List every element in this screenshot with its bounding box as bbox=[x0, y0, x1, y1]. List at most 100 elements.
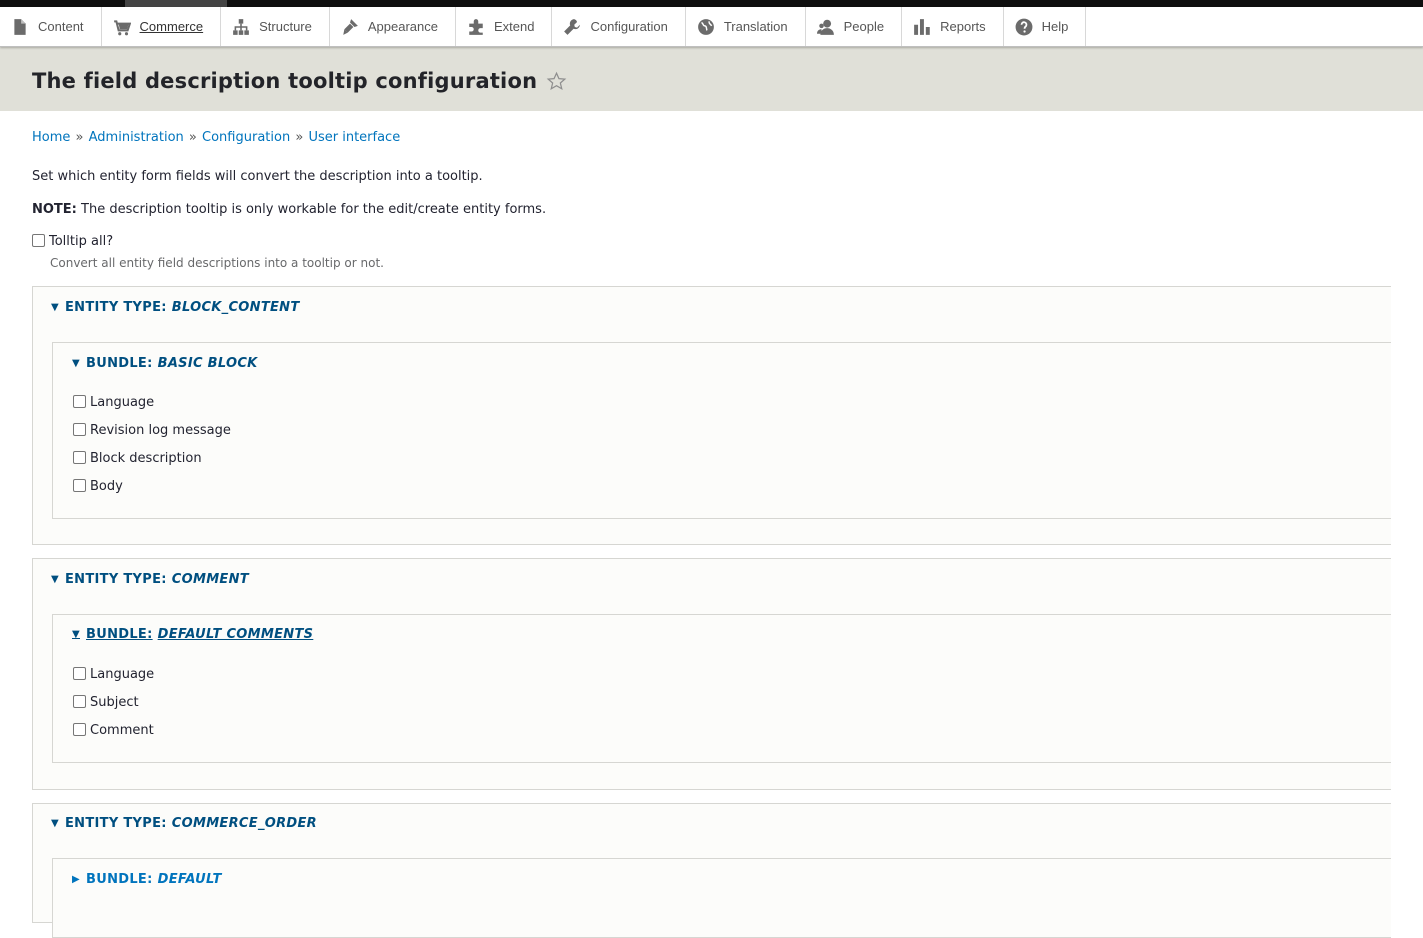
bundle-summary-basic-block[interactable]: ▼ BUNDLE: BASIC BLOCK bbox=[72, 356, 258, 371]
bundle-summary-default[interactable]: ▶ BUNDLE: DEFAULT bbox=[72, 872, 222, 887]
entity-name: COMMENT bbox=[171, 572, 249, 587]
star-icon[interactable] bbox=[546, 71, 567, 92]
tooltip-all-checkbox[interactable] bbox=[32, 233, 45, 247]
toolbar-item-reports[interactable]: Reports bbox=[902, 7, 1004, 46]
entity-summary-block-content[interactable]: ▼ ENTITY TYPE: BLOCK_CONTENT bbox=[51, 300, 300, 315]
globe-icon bbox=[697, 18, 715, 36]
field-option-revision-log-message: Revision log message bbox=[73, 421, 231, 439]
field-option-comment: Comment bbox=[73, 721, 154, 739]
entity-summary-comment[interactable]: ▼ ENTITY TYPE: COMMENT bbox=[51, 572, 249, 587]
triangle-down-icon: ▼ bbox=[72, 358, 80, 369]
admin-toolbar: Content Commerce Structure Appearance Ex… bbox=[0, 7, 1423, 47]
bundle-prefix: BUNDLE: bbox=[86, 356, 153, 371]
note-label: NOTE: bbox=[32, 202, 77, 217]
paintbrush-icon bbox=[341, 18, 359, 36]
triangle-down-icon: ▼ bbox=[51, 818, 59, 829]
field-checkbox[interactable] bbox=[73, 394, 86, 408]
breadcrumb-link-administration[interactable]: Administration bbox=[89, 130, 184, 145]
field-label[interactable]: Block description bbox=[90, 451, 202, 466]
field-label[interactable]: Body bbox=[90, 479, 123, 494]
tooltip-all-description: Convert all entity field descriptions in… bbox=[50, 256, 384, 270]
bundle-name: DEFAULT COMMENTS bbox=[157, 627, 314, 642]
entity-name: COMMERCE_ORDER bbox=[171, 816, 317, 831]
bundle-summary-default-comments[interactable]: ▼ BUNDLE: DEFAULT COMMENTS bbox=[72, 627, 313, 642]
entity-prefix: ENTITY TYPE: bbox=[65, 816, 167, 831]
triangle-down-icon: ▼ bbox=[51, 574, 59, 585]
puzzle-icon bbox=[467, 18, 485, 36]
bundle-prefix: BUNDLE: bbox=[86, 627, 153, 642]
cart-icon bbox=[113, 18, 131, 36]
field-list: Language Subject Comment bbox=[73, 665, 154, 749]
triangle-down-icon: ▼ bbox=[51, 302, 59, 313]
toolbar-item-label: Commerce bbox=[139, 19, 204, 34]
toolbar-item-label: Structure bbox=[259, 19, 312, 34]
toolbar-item-label: Help bbox=[1041, 19, 1069, 34]
field-list: Language Revision log message Block desc… bbox=[73, 393, 231, 505]
field-checkbox[interactable] bbox=[73, 666, 86, 680]
file-icon bbox=[11, 18, 29, 36]
field-checkbox[interactable] bbox=[73, 694, 86, 708]
breadcrumb-separator: » bbox=[188, 130, 197, 145]
toolbar-item-translation[interactable]: Translation bbox=[686, 7, 806, 46]
note-text: NOTE: The description tooltip is only wo… bbox=[32, 202, 1391, 217]
wrench-icon bbox=[563, 18, 581, 36]
field-label[interactable]: Subject bbox=[90, 695, 139, 710]
sitemap-icon bbox=[232, 18, 250, 36]
bundle-name: BASIC BLOCK bbox=[157, 356, 258, 371]
bundle-fieldset-default: ▶ BUNDLE: DEFAULT bbox=[52, 858, 1391, 938]
entity-fieldset-commerce-order: ▼ ENTITY TYPE: COMMERCE_ORDER ▶ BUNDLE: … bbox=[32, 803, 1391, 938]
toolbar-item-extend[interactable]: Extend bbox=[456, 7, 553, 46]
breadcrumb-link-configuration[interactable]: Configuration bbox=[202, 130, 290, 145]
toolbar-item-content[interactable]: Content bbox=[0, 7, 102, 46]
field-option-subject: Subject bbox=[73, 693, 154, 711]
page-title: The field description tooltip configurat… bbox=[32, 69, 538, 93]
triangle-down-icon: ▼ bbox=[72, 629, 80, 640]
toolbar-item-label: People bbox=[843, 19, 885, 34]
admin-top-bar bbox=[0, 0, 1423, 7]
entity-name: BLOCK_CONTENT bbox=[171, 300, 300, 315]
triangle-right-icon: ▶ bbox=[72, 874, 80, 885]
toolbar-item-label: Configuration bbox=[590, 19, 668, 34]
toolbar-item-people[interactable]: People bbox=[806, 7, 903, 46]
tooltip-all-option: Tolltip all? bbox=[32, 232, 1391, 250]
page-header: The field description tooltip configurat… bbox=[0, 47, 1423, 111]
field-label[interactable]: Revision log message bbox=[90, 423, 231, 438]
field-option-block-description: Block description bbox=[73, 449, 231, 467]
toolbar-item-help[interactable]: Help bbox=[1004, 7, 1087, 46]
field-label[interactable]: Language bbox=[90, 395, 154, 410]
field-option-language: Language bbox=[73, 393, 231, 411]
tooltip-all-label[interactable]: Tolltip all? bbox=[49, 234, 113, 249]
entity-prefix: ENTITY TYPE: bbox=[65, 572, 167, 587]
toolbar-item-label: Appearance bbox=[367, 19, 438, 34]
bundle-fieldset-basic-block: ▼ BUNDLE: BASIC BLOCK Language Revision … bbox=[52, 342, 1391, 519]
field-option-language: Language bbox=[73, 665, 154, 683]
field-label[interactable]: Comment bbox=[90, 723, 154, 738]
breadcrumb-separator: » bbox=[75, 130, 84, 145]
bundle-fieldset-default-comments: ▼ BUNDLE: DEFAULT COMMENTS Language Subj… bbox=[52, 614, 1391, 763]
field-checkbox[interactable] bbox=[73, 450, 86, 464]
note-body: The description tooltip is only workable… bbox=[76, 202, 547, 217]
toolbar-item-commerce[interactable]: Commerce bbox=[102, 7, 222, 46]
breadcrumb-separator: » bbox=[295, 130, 304, 145]
entity-fieldset-block-content: ▼ ENTITY TYPE: BLOCK_CONTENT ▼ BUNDLE: B… bbox=[32, 286, 1391, 545]
breadcrumb-link-home[interactable]: Home bbox=[32, 130, 70, 145]
toolbar-item-label: Translation bbox=[723, 19, 788, 34]
field-option-body: Body bbox=[73, 477, 231, 495]
field-label[interactable]: Language bbox=[90, 667, 154, 682]
bar-chart-icon bbox=[913, 18, 931, 36]
bundle-name: DEFAULT bbox=[157, 872, 222, 887]
toolbar-item-configuration[interactable]: Configuration bbox=[552, 7, 686, 46]
toolbar-item-label: Content bbox=[38, 19, 84, 34]
intro-text: Set which entity form fields will conver… bbox=[32, 169, 483, 184]
breadcrumb: Home » Administration » Configuration » … bbox=[32, 130, 1391, 145]
field-checkbox[interactable] bbox=[73, 422, 86, 436]
toolbar-item-label: Extend bbox=[494, 19, 535, 34]
toolbar-item-structure[interactable]: Structure bbox=[221, 7, 330, 46]
toolbar-item-label: Reports bbox=[940, 19, 986, 34]
entity-prefix: ENTITY TYPE: bbox=[65, 300, 167, 315]
entity-summary-commerce-order[interactable]: ▼ ENTITY TYPE: COMMERCE_ORDER bbox=[51, 816, 317, 831]
breadcrumb-link-user-interface[interactable]: User interface bbox=[308, 130, 400, 145]
field-checkbox[interactable] bbox=[73, 722, 86, 736]
field-checkbox[interactable] bbox=[73, 478, 86, 492]
toolbar-item-appearance[interactable]: Appearance bbox=[330, 7, 456, 46]
